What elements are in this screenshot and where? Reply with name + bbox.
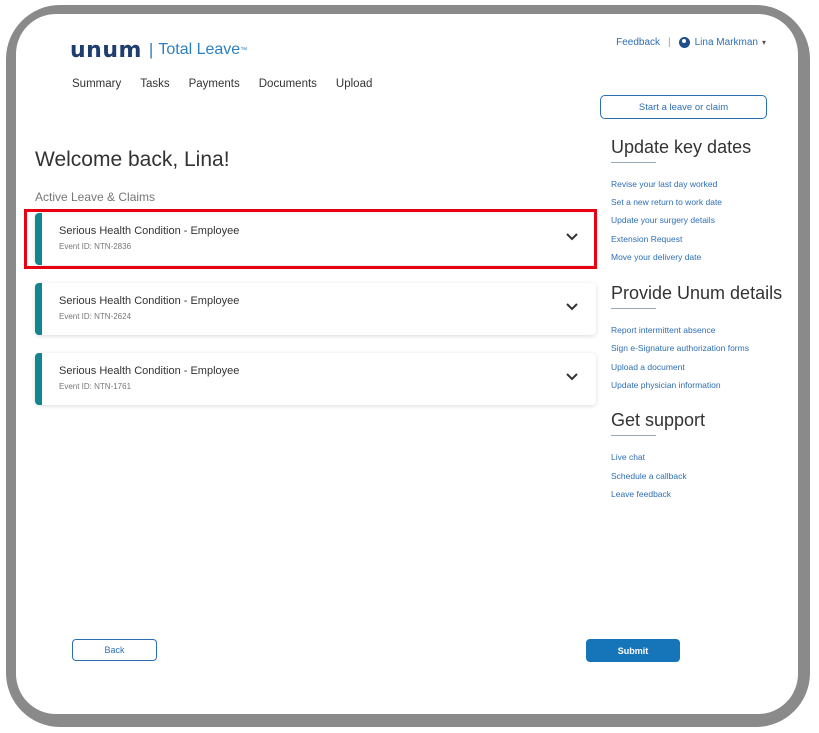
link-schedule-callback[interactable]: Schedule a callback — [611, 471, 687, 481]
nav-payments[interactable]: Payments — [189, 78, 240, 90]
start-leave-button[interactable]: Start a leave or claim — [600, 95, 767, 119]
claim-event-id: Event ID: NTN-2624 — [59, 312, 132, 321]
link-e-signature[interactable]: Sign e-Signature authorization forms — [611, 343, 749, 353]
user-icon — [678, 37, 690, 48]
nav-documents[interactable]: Documents — [259, 78, 317, 90]
link-surgery-details[interactable]: Update your surgery details — [611, 215, 715, 225]
link-return-to-work[interactable]: Set a new return to work date — [611, 197, 722, 207]
link-extension-request[interactable]: Extension Request — [611, 234, 682, 244]
nav-summary[interactable]: Summary — [72, 78, 121, 90]
header-utility: Feedback | Lina Markman ▾ — [616, 37, 766, 48]
sidebar-heading-key-dates: Update key dates — [611, 137, 752, 157]
unum-logo[interactable]: unum | Total Leave ™ — [70, 37, 248, 63]
heading-underline — [611, 308, 656, 309]
logo-separator: | — [148, 40, 154, 59]
link-report-absence[interactable]: Report intermittent absence — [611, 325, 715, 335]
highlight-box — [24, 209, 597, 269]
page-title: Welcome back, Lina! — [35, 148, 230, 171]
claim-card[interactable]: Serious Health Condition - Employee Even… — [35, 283, 596, 335]
chevron-down-icon[interactable] — [565, 370, 579, 384]
product-name: Total Leave — [158, 41, 241, 58]
heading-underline — [611, 435, 656, 436]
link-upload-document[interactable]: Upload a document — [611, 362, 685, 372]
main-nav: Summary Tasks Payments Documents Upload — [72, 78, 372, 90]
nav-upload[interactable]: Upload — [336, 78, 372, 90]
link-revise-last-day[interactable]: Revise your last day worked — [611, 179, 717, 189]
link-live-chat[interactable]: Live chat — [611, 452, 645, 462]
claim-title: Serious Health Condition - Employee — [59, 365, 240, 377]
claim-event-id: Event ID: NTN-1761 — [59, 382, 132, 391]
claim-card[interactable]: Serious Health Condition - Employee Even… — [35, 353, 596, 405]
sidebar-heading-support: Get support — [611, 410, 706, 430]
chevron-down-icon[interactable]: ▾ — [762, 38, 766, 47]
nav-tasks[interactable]: Tasks — [140, 78, 169, 90]
logo-wordmark: unum — [70, 37, 142, 63]
chevron-down-icon[interactable] — [565, 300, 579, 314]
back-button[interactable]: Back — [72, 639, 157, 661]
feedback-link[interactable]: Feedback — [616, 37, 660, 48]
claim-title: Serious Health Condition - Employee — [59, 295, 240, 307]
link-delivery-date[interactable]: Move your delivery date — [611, 252, 701, 262]
link-leave-feedback[interactable]: Leave feedback — [611, 489, 671, 499]
link-physician-info[interactable]: Update physician information — [611, 380, 721, 390]
user-menu[interactable]: Lina Markman — [695, 37, 758, 48]
submit-button[interactable]: Submit — [586, 639, 680, 662]
sidebar-heading-provide-details: Provide Unum details — [611, 283, 783, 303]
utility-separator: | — [668, 37, 671, 48]
heading-underline — [611, 162, 656, 163]
section-label: Active Leave & Claims — [35, 190, 156, 204]
trademark: ™ — [240, 46, 248, 54]
